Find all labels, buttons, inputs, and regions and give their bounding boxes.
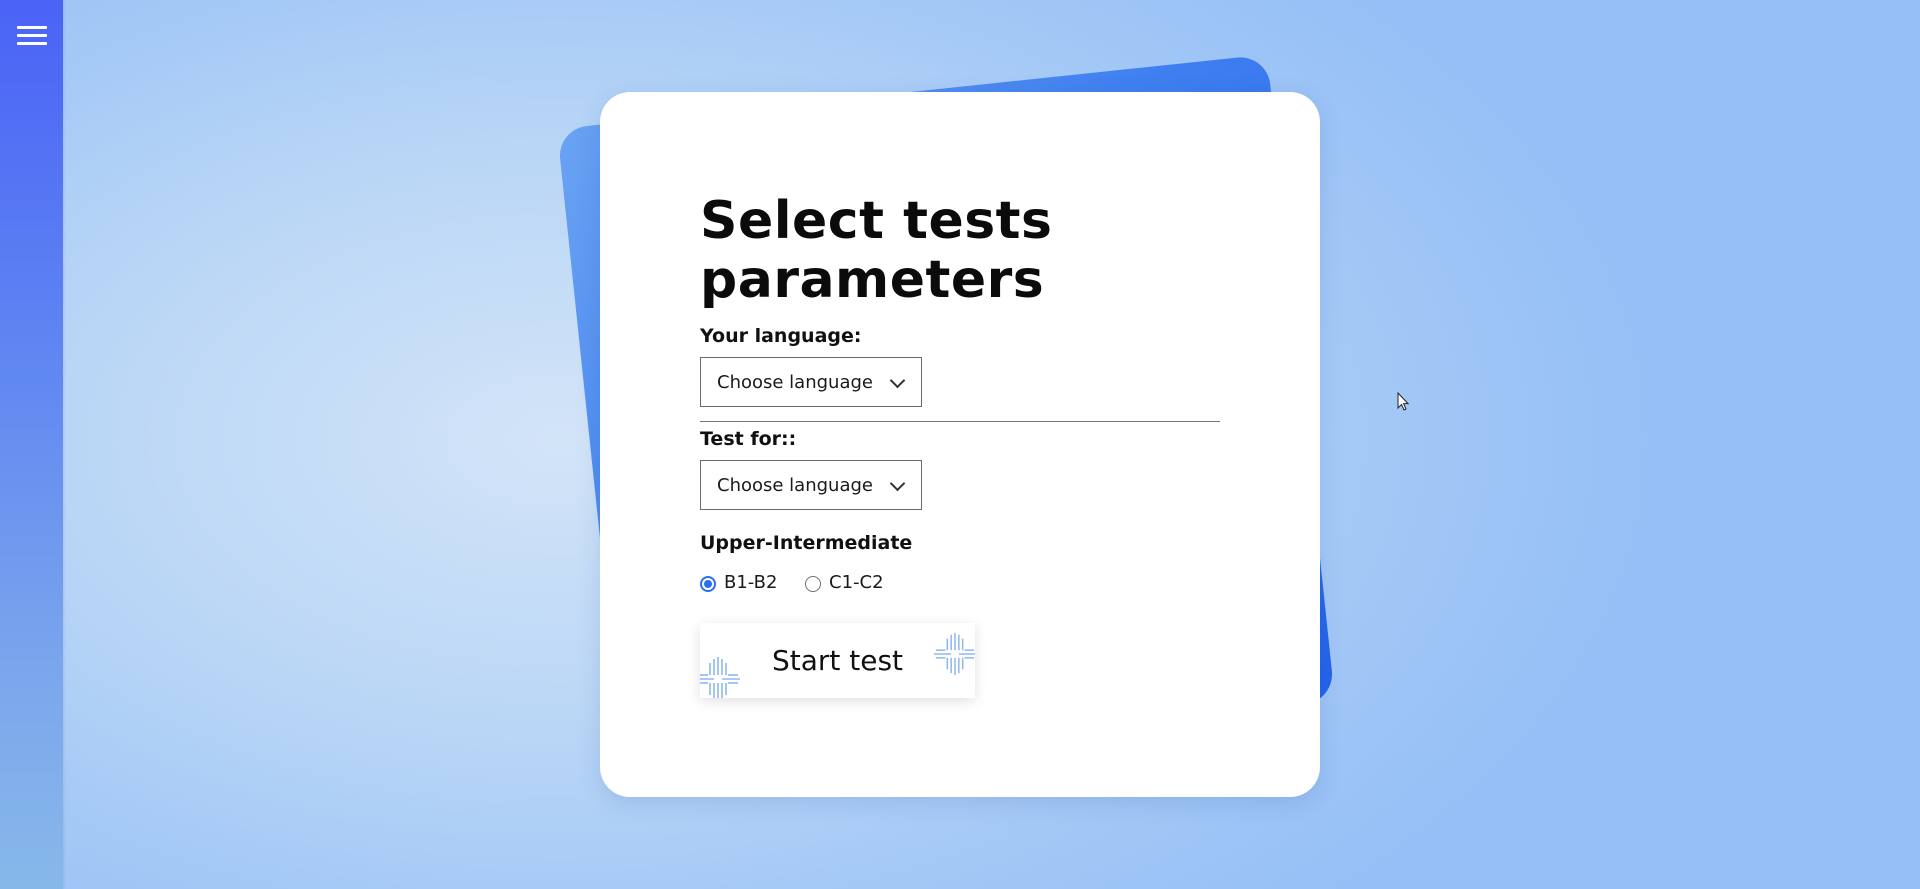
native-language-select-value: Choose language bbox=[717, 372, 873, 393]
target-language-select-value: Choose language bbox=[717, 475, 873, 496]
radio-b1-b2-label: B1-B2 bbox=[724, 572, 778, 593]
hamburger-menu-icon[interactable] bbox=[17, 26, 47, 48]
radio-checked-icon[interactable] bbox=[700, 576, 716, 592]
native-language-select[interactable]: Choose language bbox=[700, 357, 922, 407]
level-label: Upper-Intermediate bbox=[700, 532, 913, 554]
target-language-select[interactable]: Choose language bbox=[700, 460, 922, 510]
divider bbox=[700, 421, 1220, 422]
target-language-label: Test for:: bbox=[700, 428, 797, 450]
page-title: Select tests parameters bbox=[700, 191, 1053, 310]
mouse-cursor-icon bbox=[1397, 392, 1409, 411]
chevron-down-icon bbox=[889, 372, 906, 389]
sidebar bbox=[0, 0, 63, 889]
start-test-button[interactable]: Start test bbox=[700, 623, 975, 698]
native-language-label: Your language: bbox=[700, 325, 862, 347]
start-test-label: Start test bbox=[771, 644, 904, 677]
radio-c1-c2-label: C1-C2 bbox=[829, 572, 884, 593]
radio-unchecked-icon[interactable] bbox=[805, 576, 821, 592]
chevron-down-icon bbox=[889, 475, 906, 492]
test-parameters-card: Select tests parameters Your language: C… bbox=[600, 92, 1320, 797]
